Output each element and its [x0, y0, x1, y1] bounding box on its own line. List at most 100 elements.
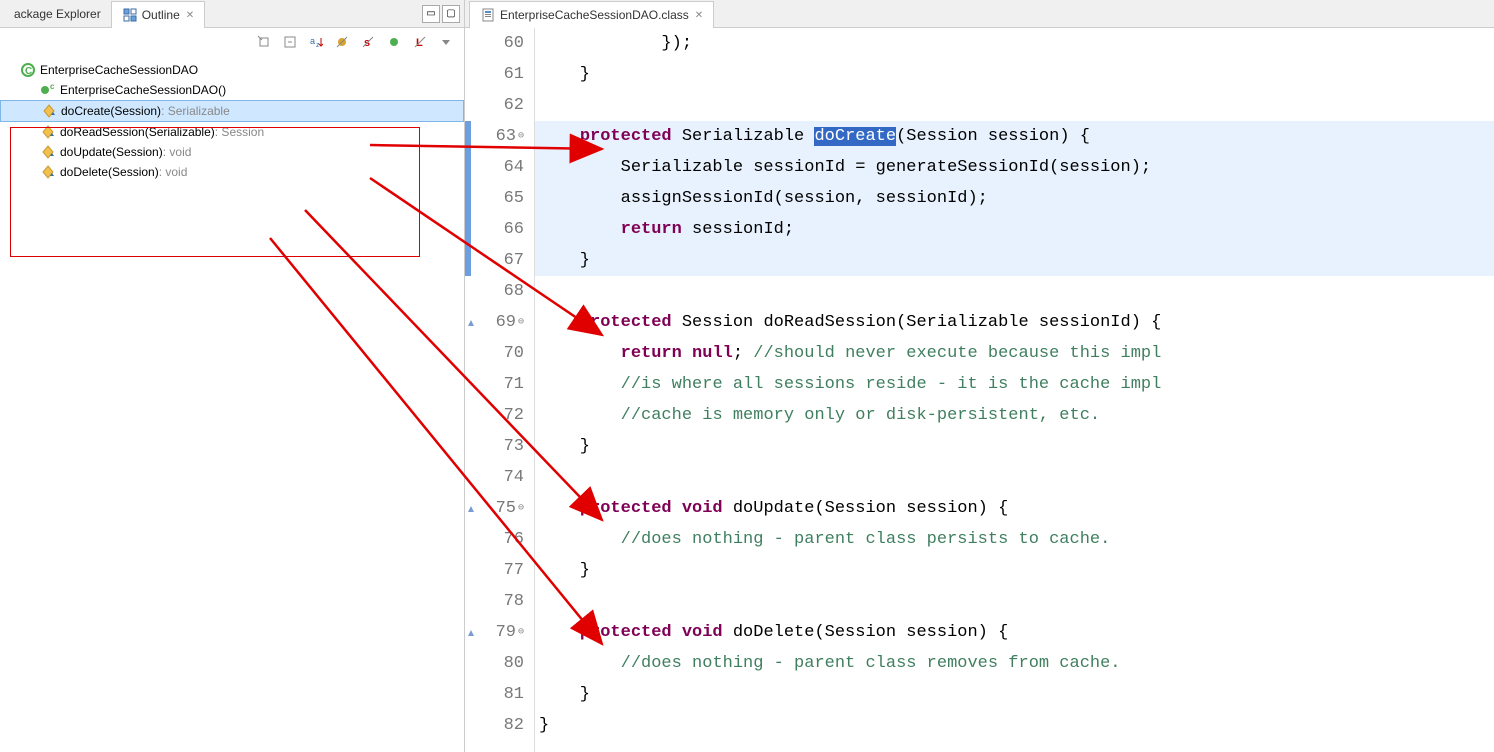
gutter-line: 72 — [465, 400, 524, 431]
code-line[interactable] — [535, 276, 1494, 307]
code-line[interactable]: return null; //should never execute beca… — [535, 338, 1494, 369]
outline-toolbar: az s L — [0, 28, 464, 56]
code-line[interactable]: } — [535, 679, 1494, 710]
code-line[interactable]: //cache is memory only or disk-persisten… — [535, 400, 1494, 431]
method-icon — [40, 124, 56, 140]
gutter-line: 76 — [465, 524, 524, 555]
code-line[interactable]: return sessionId; — [535, 214, 1494, 245]
gutter-line: 74 — [465, 462, 524, 493]
code-lines[interactable]: }); } protected Serializable doCreate(Se… — [535, 28, 1494, 752]
gutter-line: 63⊖ — [465, 121, 524, 152]
code-line[interactable]: }); — [535, 28, 1494, 59]
svg-text:z: z — [316, 42, 320, 49]
svg-text:a: a — [310, 36, 315, 46]
gutter-line: 77 — [465, 555, 524, 586]
close-icon[interactable]: ✕ — [695, 10, 703, 21]
gutter-line: 60 — [465, 28, 524, 59]
sort-button[interactable]: az — [306, 32, 326, 52]
gutter-line: 69⊖ — [465, 307, 524, 338]
code-line[interactable]: protected Serializable doCreate(Session … — [535, 121, 1494, 152]
method-name: doReadSession(Serializable) — [60, 125, 215, 139]
method-name: doDelete(Session) — [60, 165, 159, 179]
gutter-line: 70 — [465, 338, 524, 369]
line-gutter: 60616263⊖646566676869⊖707172737475⊖76777… — [465, 28, 535, 752]
svg-text:C: C — [25, 66, 32, 77]
tree-method-dodelete[interactable]: doDelete(Session) : void — [0, 162, 464, 182]
code-line[interactable]: Serializable sessionId = generateSession… — [535, 152, 1494, 183]
code-editor[interactable]: 60616263⊖646566676869⊖707172737475⊖76777… — [465, 28, 1494, 752]
hide-static-button[interactable]: s — [358, 32, 378, 52]
gutter-line: 68 — [465, 276, 524, 307]
outline-tree: C EnterpriseCacheSessionDAO c Enterprise… — [0, 56, 464, 186]
tree-method-doupdate[interactable]: doUpdate(Session) : void — [0, 142, 464, 162]
method-return: : Session — [215, 125, 264, 139]
hide-fields-button[interactable] — [332, 32, 352, 52]
tab-label: ackage Explorer — [14, 7, 101, 21]
code-line[interactable]: protected Session doReadSession(Serializ… — [535, 307, 1494, 338]
gutter-line: 79⊖ — [465, 617, 524, 648]
class-icon: C — [20, 62, 36, 78]
code-line[interactable]: assignSessionId(session, sessionId); — [535, 183, 1494, 214]
code-line[interactable]: protected void doDelete(Session session)… — [535, 617, 1494, 648]
tree-class-node[interactable]: C EnterpriseCacheSessionDAO — [0, 60, 464, 80]
tree-label: EnterpriseCacheSessionDAO() — [60, 83, 226, 97]
outline-icon — [122, 7, 138, 23]
tree-label: EnterpriseCacheSessionDAO — [40, 63, 198, 77]
gutter-line: 81 — [465, 679, 524, 710]
gutter-line: 64 — [465, 152, 524, 183]
editor-tab[interactable]: EnterpriseCacheSessionDAO.class ✕ — [469, 1, 714, 28]
code-line[interactable]: } — [535, 431, 1494, 462]
svg-text:c: c — [50, 82, 55, 91]
minimize-button[interactable]: ▭ — [422, 5, 440, 23]
gutter-line: 61 — [465, 59, 524, 90]
method-return: : void — [163, 145, 192, 159]
gutter-line: 65 — [465, 183, 524, 214]
gutter-line: 73 — [465, 431, 524, 462]
gutter-line: 75⊖ — [465, 493, 524, 524]
gutter-line: 66 — [465, 214, 524, 245]
method-icon — [40, 164, 56, 180]
tab-label: Outline — [142, 8, 180, 22]
method-name: doUpdate(Session) — [60, 145, 163, 159]
code-line[interactable] — [535, 586, 1494, 617]
gutter-line: 78 — [465, 586, 524, 617]
code-line[interactable]: } — [535, 59, 1494, 90]
code-line[interactable]: protected void doUpdate(Session session)… — [535, 493, 1494, 524]
gutter-line: 67 — [465, 245, 524, 276]
gutter-line: 82 — [465, 710, 524, 741]
tree-constructor-node[interactable]: c EnterpriseCacheSessionDAO() — [0, 80, 464, 100]
gutter-line: 62 — [465, 90, 524, 121]
code-line[interactable] — [535, 90, 1494, 121]
tree-method-doreadsession[interactable]: doReadSession(Serializable) : Session — [0, 122, 464, 142]
maximize-button[interactable]: ▢ — [442, 5, 460, 23]
class-file-icon — [480, 7, 496, 23]
tab-outline[interactable]: Outline ✕ — [111, 1, 205, 28]
hide-nonpublic-button[interactable] — [384, 32, 404, 52]
hide-local-button[interactable]: L — [410, 32, 430, 52]
method-return: : void — [159, 165, 188, 179]
code-line[interactable]: } — [535, 245, 1494, 276]
constructor-icon: c — [40, 82, 56, 98]
code-line[interactable]: } — [535, 555, 1494, 586]
left-tab-bar: ackage Explorer Outline ✕ ▭ ▢ — [0, 0, 464, 28]
tab-package-explorer[interactable]: ackage Explorer — [4, 0, 111, 27]
code-line[interactable]: //does nothing - parent class persists t… — [535, 524, 1494, 555]
method-name: doCreate(Session) — [61, 104, 161, 118]
code-line[interactable]: } — [535, 710, 1494, 741]
code-line[interactable]: //is where all sessions reside - it is t… — [535, 369, 1494, 400]
view-menu-button[interactable] — [436, 32, 456, 52]
tree-method-docreate[interactable]: doCreate(Session) : Serializable — [0, 100, 464, 122]
method-return: : Serializable — [161, 104, 230, 118]
code-line[interactable] — [535, 462, 1494, 493]
method-icon — [41, 103, 57, 119]
code-line[interactable]: //does nothing - parent class removes fr… — [535, 648, 1494, 679]
focus-button[interactable] — [254, 32, 274, 52]
gutter-line: 71 — [465, 369, 524, 400]
gutter-line: 80 — [465, 648, 524, 679]
editor-tab-bar: EnterpriseCacheSessionDAO.class ✕ — [465, 0, 1494, 28]
change-marker — [465, 121, 471, 276]
outline-panel: ackage Explorer Outline ✕ ▭ ▢ az s L — [0, 0, 465, 752]
collapse-button[interactable] — [280, 32, 300, 52]
editor-panel: EnterpriseCacheSessionDAO.class ✕ 606162… — [465, 0, 1494, 752]
close-icon[interactable]: ✕ — [186, 10, 194, 21]
